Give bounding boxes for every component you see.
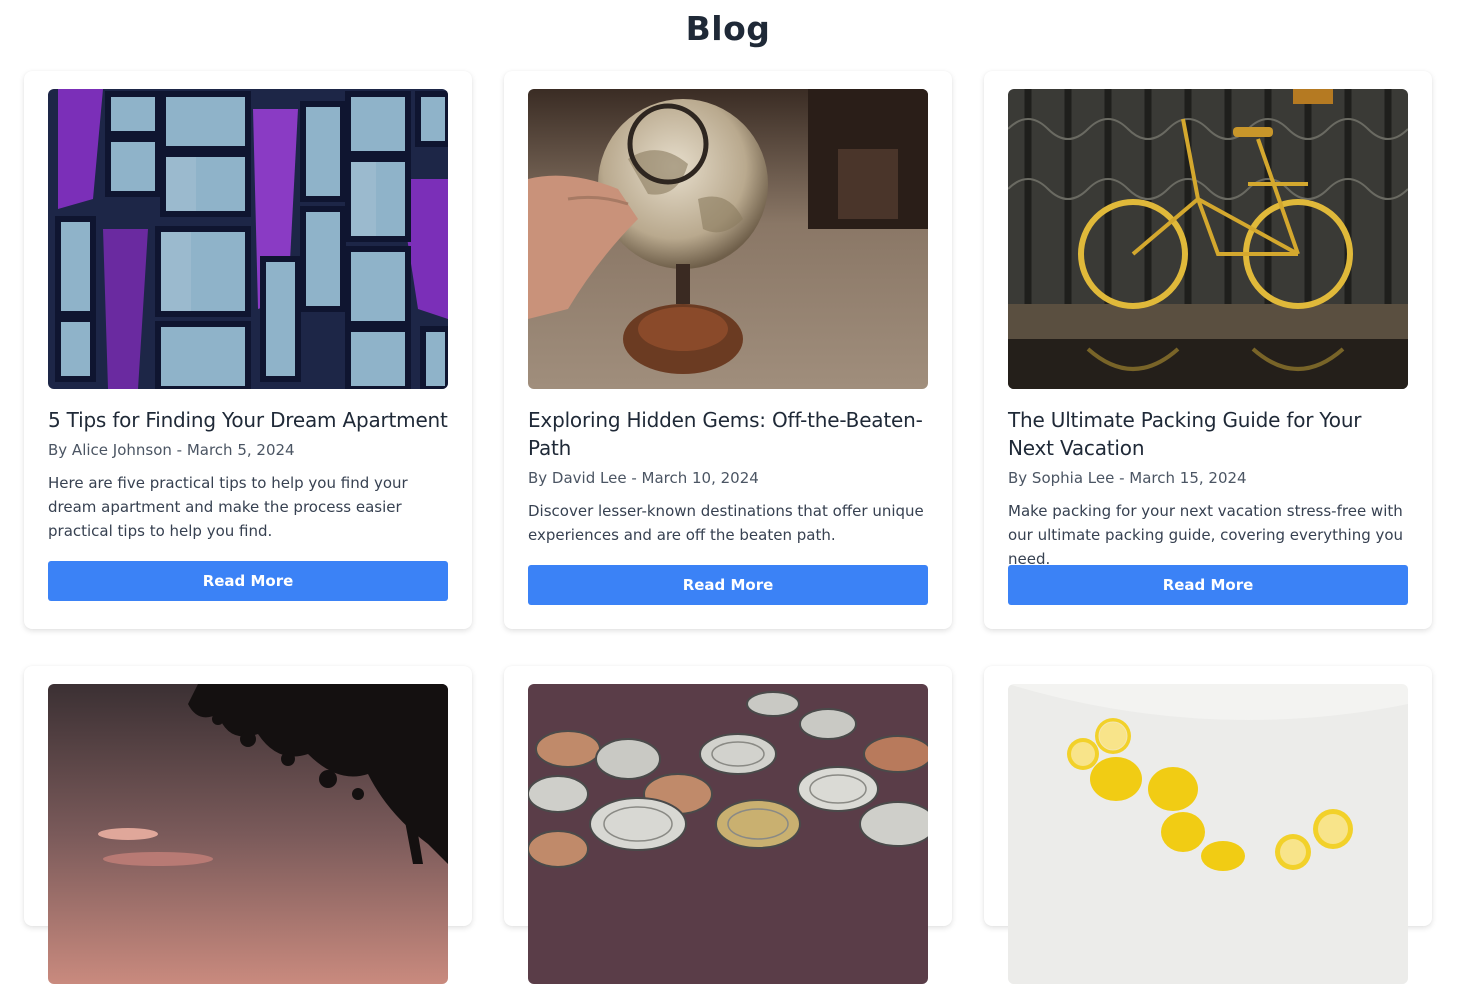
post-image-sunset-tree[interactable] bbox=[48, 684, 448, 984]
post-image-coins[interactable] bbox=[528, 684, 928, 984]
blog-card bbox=[984, 666, 1432, 984]
blog-card bbox=[24, 666, 472, 984]
blog-card: The Ultimate Packing Guide for Your Next… bbox=[984, 71, 1432, 629]
page-title: Blog bbox=[685, 9, 771, 48]
post-image-globe[interactable] bbox=[528, 89, 928, 389]
post-title[interactable]: Exploring Hidden Gems: Off-the-Beaten-Pa… bbox=[528, 406, 928, 462]
post-image-lemons[interactable] bbox=[1008, 684, 1408, 984]
read-more-button[interactable]: Read More bbox=[48, 561, 448, 601]
post-meta: By Sophia Lee - March 15, 2024 bbox=[1008, 469, 1247, 487]
blog-card bbox=[504, 666, 952, 984]
read-more-button[interactable]: Read More bbox=[528, 565, 928, 605]
blog-card: 5 Tips for Finding Your Dream Apartment … bbox=[24, 71, 472, 629]
post-title[interactable]: The Ultimate Packing Guide for Your Next… bbox=[1008, 406, 1408, 462]
post-meta: By Alice Johnson - March 5, 2024 bbox=[48, 441, 295, 459]
read-more-button[interactable]: Read More bbox=[1008, 565, 1408, 605]
post-excerpt: Make packing for your next vacation stre… bbox=[1008, 502, 1404, 568]
post-excerpt: Discover lesser-known destinations that … bbox=[528, 502, 924, 544]
post-image-apartment-building[interactable] bbox=[48, 89, 448, 389]
blog-card: Exploring Hidden Gems: Off-the-Beaten-Pa… bbox=[504, 71, 952, 629]
post-meta: By David Lee - March 10, 2024 bbox=[528, 469, 759, 487]
post-excerpt: Here are five practical tips to help you… bbox=[48, 474, 408, 540]
post-image-yellow-bicycle[interactable] bbox=[1008, 89, 1408, 389]
post-title[interactable]: 5 Tips for Finding Your Dream Apartment bbox=[48, 406, 448, 434]
